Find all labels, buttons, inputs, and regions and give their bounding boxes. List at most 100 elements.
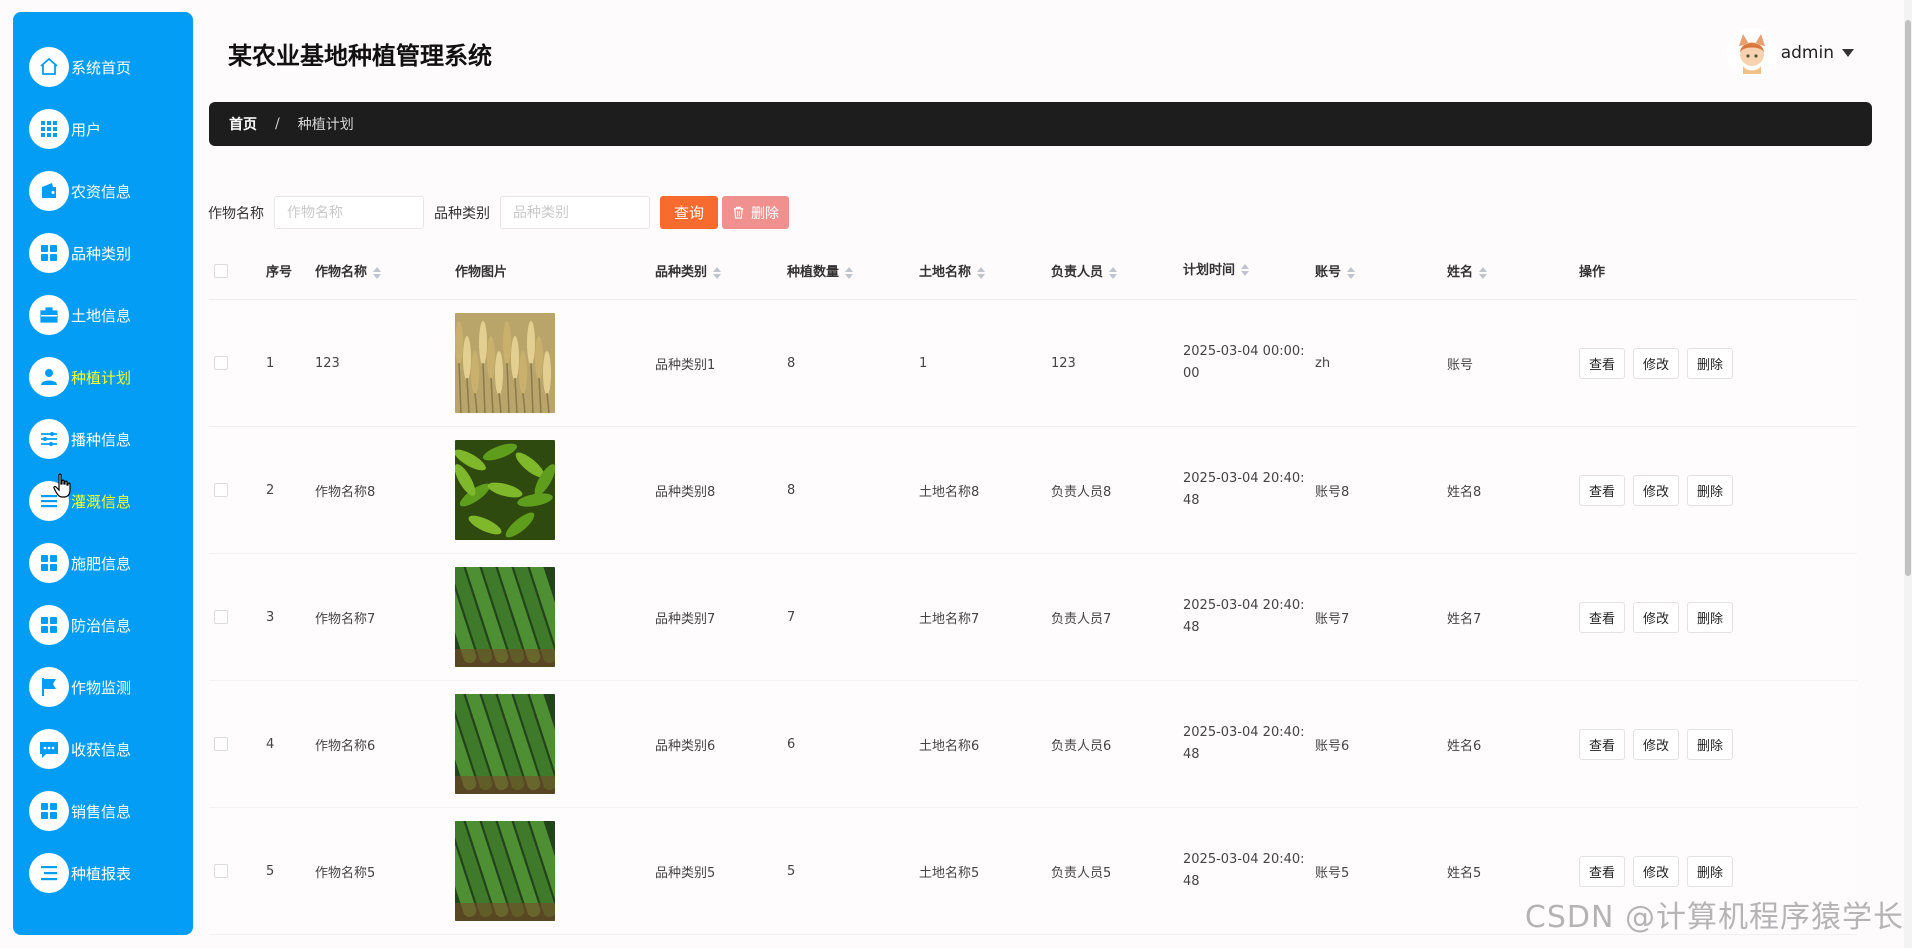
header-owner[interactable]: 负责人员	[1051, 261, 1183, 280]
delete-button[interactable]: 删除	[1687, 601, 1734, 633]
delete-button[interactable]: 删除	[1687, 474, 1734, 506]
select-all-checkbox[interactable]	[214, 263, 228, 278]
app-title: 某农业基地种植管理系统	[228, 42, 492, 70]
cell-plan-time: 2025-03-04 20:40:48	[1183, 598, 1305, 635]
crop-image[interactable]	[455, 821, 555, 921]
sort-icon[interactable]	[845, 266, 854, 279]
delete-button[interactable]: 删除	[1687, 728, 1734, 760]
crop-name-input[interactable]	[274, 196, 424, 229]
cell-variety-type: 品种类别6	[655, 738, 716, 754]
avatar[interactable]	[1726, 28, 1777, 78]
header-actions: 操作	[1579, 265, 1606, 280]
apps-icon	[29, 543, 69, 583]
row-checkbox[interactable]	[214, 356, 228, 370]
username[interactable]: admin	[1781, 43, 1834, 63]
sidebar-item-11[interactable]: 收获信息	[13, 718, 193, 780]
crop-image[interactable]	[455, 567, 555, 667]
header-variety-type[interactable]: 品种类别	[655, 261, 787, 280]
home-icon	[29, 47, 69, 87]
breadcrumb-home[interactable]: 首页	[229, 114, 257, 134]
cell-idx: 5	[266, 863, 275, 879]
sidebar-item-9[interactable]: 防治信息	[13, 594, 193, 656]
sort-icon[interactable]	[1479, 266, 1488, 279]
row-checkbox[interactable]	[214, 864, 228, 878]
sort-icon[interactable]	[1241, 264, 1250, 276]
cell-account: 账号6	[1315, 738, 1350, 754]
variety-type-input[interactable]	[500, 196, 650, 229]
wallet-icon	[29, 171, 69, 211]
cell-user-name: 账号	[1447, 357, 1474, 373]
cell-idx: 1	[266, 355, 275, 371]
table-row: 3 作物名称7 品种类别7 7 土地名称7 负责人员7 2025-03-04 20:40:4…	[209, 554, 1857, 681]
header-user-name[interactable]: 姓名	[1447, 261, 1579, 280]
header-user-name-label: 姓名	[1447, 265, 1474, 280]
sidebar-item-0[interactable]: 系统首页	[13, 36, 193, 98]
view-button[interactable]: 查看	[1579, 728, 1626, 760]
sidebar-item-8[interactable]: 施肥信息	[13, 532, 193, 594]
cell-idx: 4	[266, 736, 275, 752]
crop-image[interactable]	[455, 694, 555, 794]
header-account[interactable]: 账号	[1315, 261, 1447, 280]
sort-icon[interactable]	[977, 266, 986, 279]
sort-icon[interactable]	[373, 266, 382, 279]
cell-variety-type: 品种类别7	[655, 611, 716, 627]
header-crop-name[interactable]: 作物名称	[315, 261, 455, 280]
apps-icon	[29, 233, 69, 273]
sort-icon[interactable]	[713, 266, 722, 279]
sort-icon[interactable]	[1109, 266, 1118, 279]
cell-crop-name: 作物名称5	[315, 865, 376, 881]
delete-button[interactable]: 删除	[1687, 347, 1734, 379]
sidebar-item-label: 防治信息	[71, 616, 132, 635]
header-quantity[interactable]: 种植数量	[787, 261, 919, 280]
cell-plan-time: 2025-03-04 20:40:48	[1183, 852, 1305, 889]
sidebar-item-4[interactable]: 土地信息	[13, 284, 193, 346]
user-menu[interactable]: admin	[1726, 28, 1854, 78]
sidebar-item-10[interactable]: 作物监测	[13, 656, 193, 718]
edit-button[interactable]: 修改	[1633, 855, 1680, 887]
sidebar-item-label: 销售信息	[71, 802, 132, 821]
avatar-character-icon	[1726, 28, 1777, 78]
sidebar-item-label: 灌溉信息	[71, 492, 132, 511]
cell-land-name: 土地名称7	[919, 611, 980, 627]
sidebar-item-label: 作物监测	[71, 678, 132, 697]
table-body: 1 123 品种类别1 8 1 123 2025-03-04 00:00:00 zh 账号 查看修…	[209, 300, 1857, 935]
row-checkbox[interactable]	[214, 610, 228, 624]
sidebar-item-3[interactable]: 品种类别	[13, 222, 193, 284]
header-land-name[interactable]: 土地名称	[919, 261, 1051, 280]
delete-button[interactable]: 删除	[1687, 855, 1734, 887]
sort-icon[interactable]	[1347, 266, 1356, 279]
view-button[interactable]: 查看	[1579, 347, 1626, 379]
row-checkbox[interactable]	[214, 483, 228, 497]
edit-button[interactable]: 修改	[1633, 347, 1680, 379]
edit-button[interactable]: 修改	[1633, 601, 1680, 633]
view-button[interactable]: 查看	[1579, 855, 1626, 887]
edit-button[interactable]: 修改	[1633, 728, 1680, 760]
caret-down-icon[interactable]	[1842, 49, 1854, 57]
batch-delete-label: 删除	[751, 205, 780, 222]
breadcrumb: 首页 / 种植计划	[209, 102, 1872, 146]
sidebar-item-12[interactable]: 销售信息	[13, 780, 193, 842]
header-plan-time[interactable]: 计划时间	[1183, 260, 1315, 282]
cell-quantity: 8	[787, 482, 796, 498]
row-checkbox[interactable]	[214, 737, 228, 751]
cell-account: 账号7	[1315, 611, 1350, 627]
query-button[interactable]: 查询	[660, 196, 719, 229]
sidebar-item-5[interactable]: 种植计划	[13, 346, 193, 408]
crop-image[interactable]	[455, 440, 555, 540]
sidebar-item-1[interactable]: 用户	[13, 98, 193, 160]
batch-delete-button[interactable]: 删除	[722, 196, 790, 229]
sidebar-item-7[interactable]: 灌溉信息	[13, 470, 193, 532]
view-button[interactable]: 查看	[1579, 601, 1626, 633]
sidebar-item-6[interactable]: 播种信息	[13, 408, 193, 470]
edit-button[interactable]: 修改	[1633, 474, 1680, 506]
trash-icon	[733, 206, 744, 219]
grid-icon	[29, 109, 69, 149]
variety-type-label: 品种类别	[434, 205, 490, 222]
sidebar-item-2[interactable]: 农资信息	[13, 160, 193, 222]
view-button[interactable]: 查看	[1579, 474, 1626, 506]
sidebar-item-13[interactable]: 种植报表	[13, 842, 193, 904]
cell-land-name: 土地名称6	[919, 738, 980, 754]
crop-image[interactable]	[455, 313, 555, 413]
page-scrollbar-thumb[interactable]	[1905, 20, 1911, 576]
table-row: 4 作物名称6 品种类别6 6 土地名称6 负责人员6 2025-03-04 20:40:4…	[209, 681, 1857, 808]
